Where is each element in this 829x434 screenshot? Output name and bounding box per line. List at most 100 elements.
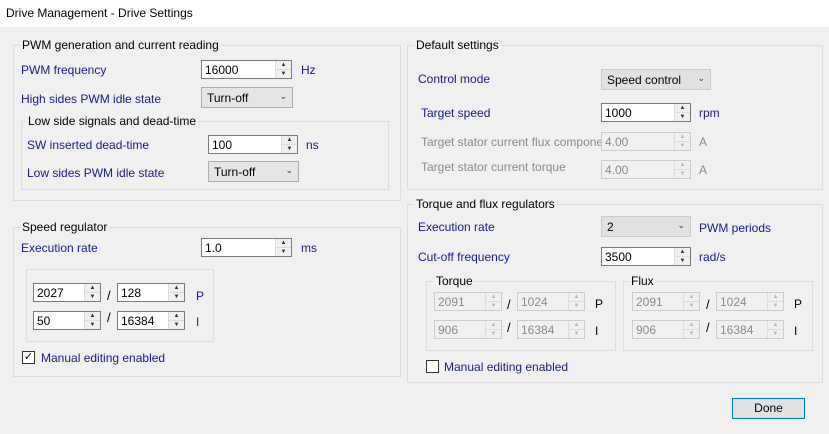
- spin-up-icon: ▲: [772, 322, 779, 328]
- spin-up-icon: ▲: [573, 322, 580, 328]
- spin-down-icon[interactable]: ▼: [169, 320, 184, 329]
- speed-rate-spinner[interactable]: 1.0 ▲ ▼: [201, 238, 292, 257]
- spin-up-icon: ▲: [772, 294, 779, 300]
- torque-p-denominator[interactable]: 1024 ▲ ▼: [517, 292, 585, 311]
- torque-i-numerator[interactable]: 906 ▲ ▼: [434, 320, 502, 339]
- speed-manual-label: Manual editing enabled: [41, 351, 166, 365]
- dead-time-spinner[interactable]: 100 ▲ ▼: [208, 135, 298, 154]
- speed-manual-checkbox[interactable]: ✓: [22, 351, 35, 364]
- target-speed-spinner[interactable]: 1000 ▲ ▼: [601, 103, 691, 122]
- spin-down-icon: ▼: [569, 329, 584, 338]
- spin-down-icon[interactable]: ▼: [85, 292, 100, 301]
- control-mode-select[interactable]: Speed control ⌄: [601, 69, 711, 90]
- speed-p-denominator[interactable]: 128 ▲ ▼: [117, 283, 185, 302]
- spin-up-icon: ▲: [573, 294, 580, 300]
- spin-down-icon[interactable]: ▼: [276, 247, 291, 256]
- low-idle-select[interactable]: Turn-off ⌄: [208, 161, 299, 182]
- target-torque-label: Target stator current torque: [421, 160, 566, 174]
- high-idle-select[interactable]: Turn-off ⌄: [201, 87, 293, 108]
- spin-up-icon[interactable]: ▲: [169, 312, 184, 320]
- flux-i-slash: /: [706, 320, 710, 335]
- speed-gain-panel: [26, 269, 214, 342]
- flux-i-denominator-value: 16384: [720, 323, 754, 337]
- pwm-frequency-spinner[interactable]: 16000 ▲ ▼: [201, 60, 292, 79]
- spin-down-icon: ▼: [675, 141, 690, 150]
- spin-down-icon: ▼: [684, 329, 699, 338]
- checkmark-icon: ✓: [23, 351, 34, 363]
- pwm-frequency-value: 16000: [205, 63, 239, 77]
- spin-down-icon: ▼: [569, 301, 584, 310]
- flux-i-denominator[interactable]: 16384 ▲ ▼: [716, 320, 784, 339]
- spin-down-icon[interactable]: ▼: [85, 320, 100, 329]
- speed-p-slash: /: [107, 288, 111, 303]
- spin-down-icon: ▼: [675, 169, 690, 178]
- tf-rate-unit: PWM periods: [699, 221, 772, 235]
- spin-down-icon[interactable]: ▼: [282, 144, 297, 153]
- high-idle-value: Turn-off: [207, 91, 249, 105]
- torque-i-numerator-value: 906: [438, 323, 459, 337]
- flux-i-label: I: [794, 324, 798, 338]
- cutoff-spinner[interactable]: 3500 ▲ ▼: [601, 247, 691, 266]
- torque-p-slash: /: [507, 297, 511, 312]
- spin-up-icon: ▲: [490, 322, 497, 328]
- speed-i-numerator[interactable]: 50 ▲ ▼: [33, 311, 101, 330]
- pwm-group-label: PWM generation and current reading: [20, 38, 221, 52]
- torque-p-numerator[interactable]: 2091 ▲ ▼: [434, 292, 502, 311]
- tf-manual-label: Manual editing enabled: [444, 360, 569, 374]
- target-speed-unit: rpm: [699, 106, 720, 120]
- torque-i-denominator-value: 16384: [521, 323, 555, 337]
- speed-i-label: I: [196, 315, 200, 329]
- chevron-down-icon: ⌄: [677, 220, 685, 230]
- control-mode-label: Control mode: [418, 72, 491, 86]
- speed-p-numerator[interactable]: 2027 ▲ ▼: [33, 283, 101, 302]
- target-speed-label: Target speed: [421, 106, 491, 120]
- target-flux-value: 4.00: [605, 135, 629, 149]
- done-button[interactable]: Done: [732, 398, 805, 419]
- torque-p-numerator-value: 2091: [438, 295, 465, 309]
- flux-p-numerator[interactable]: 2091 ▲ ▼: [632, 292, 700, 311]
- flux-i-numerator-value: 906: [636, 323, 657, 337]
- torque-i-denominator[interactable]: 16384 ▲ ▼: [517, 320, 585, 339]
- spin-down-icon: ▼: [486, 329, 501, 338]
- spin-down-icon[interactable]: ▼: [276, 69, 291, 78]
- tf-rate-label: Execution rate: [418, 220, 495, 234]
- speed-rate-value: 1.0: [205, 241, 222, 255]
- speed-rate-label: Execution rate: [21, 241, 98, 255]
- spin-up-icon[interactable]: ▲: [169, 284, 184, 292]
- window-title: Drive Management - Drive Settings: [6, 6, 193, 20]
- spin-up-icon: ▲: [688, 294, 695, 300]
- target-flux-label: Target stator current flux component: [421, 135, 614, 149]
- chevron-down-icon: ⌄: [697, 73, 705, 83]
- target-flux-spinner[interactable]: 4.00 ▲ ▼: [601, 132, 691, 151]
- spin-down-icon[interactable]: ▼: [169, 292, 184, 301]
- spin-down-icon[interactable]: ▼: [675, 112, 690, 121]
- spin-up-icon[interactable]: ▲: [85, 312, 100, 320]
- spin-up-icon[interactable]: ▲: [675, 248, 690, 256]
- title-bar: Drive Management - Drive Settings: [0, 0, 829, 27]
- spin-up-icon[interactable]: ▲: [85, 284, 100, 292]
- spin-up-icon[interactable]: ▲: [276, 239, 291, 247]
- tf-rate-select[interactable]: 2 ⌄: [601, 216, 691, 237]
- dead-time-value: 100: [212, 138, 233, 152]
- target-flux-unit: A: [699, 135, 708, 149]
- flux-p-slash: /: [706, 297, 710, 312]
- speed-regulator-label: Speed regulator: [20, 220, 110, 234]
- tf-manual-checkbox[interactable]: [426, 360, 439, 373]
- spin-down-icon[interactable]: ▼: [675, 256, 690, 265]
- flux-p-denominator[interactable]: 1024 ▲ ▼: [716, 292, 784, 311]
- flux-p-label: P: [794, 297, 803, 311]
- target-speed-value: 1000: [605, 106, 632, 120]
- spin-up-icon[interactable]: ▲: [282, 136, 297, 144]
- torque-p-denominator-value: 1024: [521, 295, 548, 309]
- pwm-frequency-label: PWM frequency: [21, 63, 107, 77]
- torque-flux-label: Torque and flux regulators: [414, 197, 557, 211]
- default-settings-label: Default settings: [414, 38, 501, 52]
- spin-up-icon: ▲: [679, 162, 686, 168]
- speed-i-denominator[interactable]: 16384 ▲ ▼: [117, 311, 185, 330]
- speed-i-numerator-value: 50: [37, 314, 51, 328]
- flux-i-numerator[interactable]: 906 ▲ ▼: [632, 320, 700, 339]
- spin-up-icon[interactable]: ▲: [675, 104, 690, 112]
- low-idle-label: Low sides PWM idle state: [27, 166, 165, 180]
- spin-up-icon[interactable]: ▲: [276, 61, 291, 69]
- target-torque-spinner[interactable]: 4.00 ▲ ▼: [601, 160, 691, 179]
